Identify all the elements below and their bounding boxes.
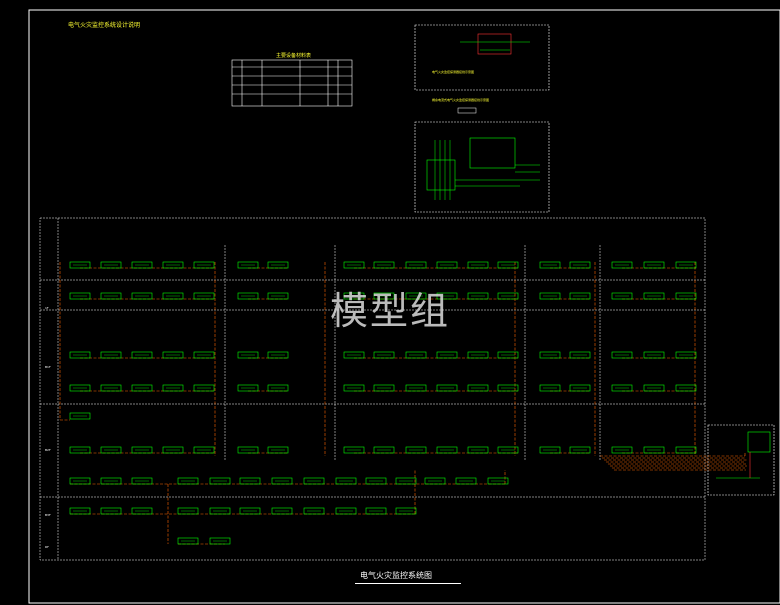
detail-box-top xyxy=(414,24,550,91)
equipment-table-title: 主要设备材料表 xyxy=(276,53,312,59)
floor-label-3: B2F xyxy=(45,448,51,452)
detail-box-bottom xyxy=(414,121,550,213)
system-frame xyxy=(39,217,706,561)
floor-label-1: 1F xyxy=(45,306,49,310)
floor-label-4: B3F xyxy=(45,513,51,517)
detail-top-caption: 电气火灾监控探测器接线示意图 xyxy=(432,70,475,74)
title-underline xyxy=(355,583,461,584)
notes-title: 电气火灾监控系统设计说明 xyxy=(68,22,141,29)
detail-bottom-caption: 剩余电流式电气火灾监控探测器接线示意图 xyxy=(432,98,490,102)
floor-label-2: B1F xyxy=(45,365,51,369)
floor-label-5: RF xyxy=(45,545,49,549)
watermark: 模型组 xyxy=(330,289,451,333)
equipment-table xyxy=(231,59,353,107)
drawing-title: 电气火灾监控系统图 xyxy=(360,571,432,580)
